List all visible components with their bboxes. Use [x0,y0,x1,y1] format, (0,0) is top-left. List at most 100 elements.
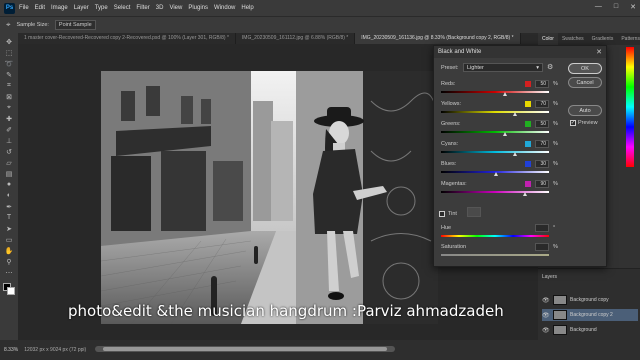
preview-checkbox[interactable]: ✓ [570,120,576,126]
zoom-tool-icon[interactable]: ⚲ [5,257,14,266]
shape-tool-icon[interactable]: ▭ [5,235,14,244]
greens-slider-row: Greens: 50% [441,120,565,141]
menu-bar: Ps File Edit Image Layer Type Select Filter 3D V… [0,0,640,16]
menu-help[interactable]: Help [241,5,253,11]
magentas-track[interactable] [441,191,549,193]
frame-tool-icon[interactable]: ⊠ [5,92,14,101]
type-tool-icon[interactable]: T [5,213,14,222]
greens-track[interactable] [441,131,549,133]
tab-gradients[interactable]: Gradients [588,33,618,45]
magentas-value-field[interactable]: 90 [535,180,549,188]
stamp-tool-icon[interactable]: ⊥ [5,136,14,145]
tab-layers[interactable]: Layers [542,274,557,280]
photo-canvas[interactable] [101,71,438,324]
more-tools-icon[interactable]: ⋯ [5,268,14,277]
crop-tool-icon[interactable]: ⌗ [5,81,14,90]
gradient-tool-icon[interactable]: ▤ [5,169,14,178]
menu-file[interactable]: File [19,5,29,11]
dialog-title-bar[interactable]: Black and White ✕ [434,46,606,58]
menu-edit[interactable]: Edit [35,5,45,11]
quick-select-tool-icon[interactable]: ✎ [5,70,14,79]
eye-icon[interactable]: 👁 [542,312,550,319]
auto-button[interactable]: Auto [568,105,602,116]
preset-label: Preset: [441,65,459,71]
path-select-icon[interactable]: ➤ [5,224,14,233]
eraser-tool-icon[interactable]: ▱ [5,158,14,167]
lasso-tool-icon[interactable]: ➰ [5,59,14,68]
menu-filter[interactable]: Filter [136,5,149,11]
horizontal-scrollbar[interactable] [95,346,395,352]
color-swatches[interactable] [3,283,15,295]
scrollbar-thumb[interactable] [103,347,387,351]
tab-color[interactable]: Color [538,33,558,45]
marquee-tool-icon[interactable]: ⬚ [5,48,14,57]
layer-name: Background copy [570,297,609,303]
tint-toggle[interactable]: Tint [439,211,457,217]
greens-thumb[interactable] [503,132,508,136]
eyedropper-tool-icon[interactable]: ⌖ [5,103,14,112]
layer-row[interactable]: 👁 Background copy [542,294,638,306]
preview-toggle[interactable]: ✓ Preview [570,120,598,126]
dodge-tool-icon[interactable]: ◐ [5,191,14,200]
layer-row-selected[interactable]: 👁 Background copy 2 [542,309,638,321]
blues-label: Blues: [441,161,457,167]
layer-row[interactable]: 👁 Background [542,324,638,336]
preset-select[interactable]: Lighter ▾ [463,63,543,72]
cyans-track[interactable] [441,151,549,153]
cyans-thumb[interactable] [513,152,518,156]
close-icon[interactable]: ✕ [596,48,602,56]
zoom-level[interactable]: 8.33% [4,347,18,353]
blues-thumb[interactable] [493,172,498,176]
pen-tool-icon[interactable]: ✒ [5,202,14,211]
brush-tool-icon[interactable]: ✐ [5,125,14,134]
hand-tool-icon[interactable]: ✋ [5,246,14,255]
eye-icon[interactable]: 👁 [542,327,550,334]
doc-tab-img-161136[interactable]: IMG_20230509_161136.jpg @ 8.33% (Backgro… [355,33,521,44]
reds-track[interactable] [441,91,549,93]
hue-field[interactable] [535,224,549,232]
eye-icon[interactable]: 👁 [542,297,550,304]
reds-slider-row: Reds: 50% [441,80,565,101]
menu-window[interactable]: Window [214,5,235,11]
reds-thumb[interactable] [503,92,508,96]
menu-plugins[interactable]: Plugins [188,5,208,11]
blur-tool-icon[interactable]: ● [5,180,14,189]
yellows-thumb[interactable] [513,112,518,116]
greens-value-field[interactable]: 50 [535,120,549,128]
cyans-value-field[interactable]: 70 [535,140,549,148]
menu-view[interactable]: View [169,5,182,11]
close-window-button[interactable]: ✕ [630,3,636,11]
hue-track[interactable] [441,235,549,237]
tint-checkbox[interactable] [439,211,445,217]
hue-spectrum-slider[interactable] [626,47,634,167]
background-color[interactable] [7,287,15,295]
tab-swatches[interactable]: Swatches [558,33,588,45]
menu-image[interactable]: Image [51,5,68,11]
menu-type[interactable]: Type [95,5,108,11]
menu-select[interactable]: Select [114,5,131,11]
cancel-button[interactable]: Cancel [568,77,602,88]
sample-size-select[interactable]: Point Sample [54,20,96,30]
yellows-track[interactable] [441,111,549,113]
doc-tab-master[interactable]: 1 master cover-Recovered-Recovered copy … [18,33,236,44]
move-tool-icon[interactable]: ✥ [5,37,14,46]
doc-tab-img-161112[interactable]: IMG_20230509_161112.jpg @ 6.88% (RGB/8) … [236,33,356,44]
gear-icon[interactable]: ⚙ [547,63,553,71]
ok-button[interactable]: OK [568,63,602,74]
menu-3d[interactable]: 3D [156,5,164,11]
minimize-button[interactable]: — [595,3,602,11]
saturation-track[interactable] [441,254,549,256]
yellows-value-field[interactable]: 70 [535,100,549,108]
saturation-field[interactable] [535,243,549,251]
history-brush-icon[interactable]: ↺ [5,147,14,156]
maximize-button[interactable]: □ [614,3,618,11]
reds-value-field[interactable]: 50 [535,80,549,88]
blues-value-field[interactable]: 30 [535,160,549,168]
saturation-label: Saturation [441,244,467,250]
tab-patterns[interactable]: Patterns [617,33,640,45]
menu-layer[interactable]: Layer [74,5,89,11]
layers-panel: Layers 👁 Background copy 👁 Background co… [538,268,640,340]
heal-tool-icon[interactable]: ✚ [5,114,14,123]
tint-color-swatch[interactable] [467,207,481,217]
magentas-thumb[interactable] [522,192,527,196]
